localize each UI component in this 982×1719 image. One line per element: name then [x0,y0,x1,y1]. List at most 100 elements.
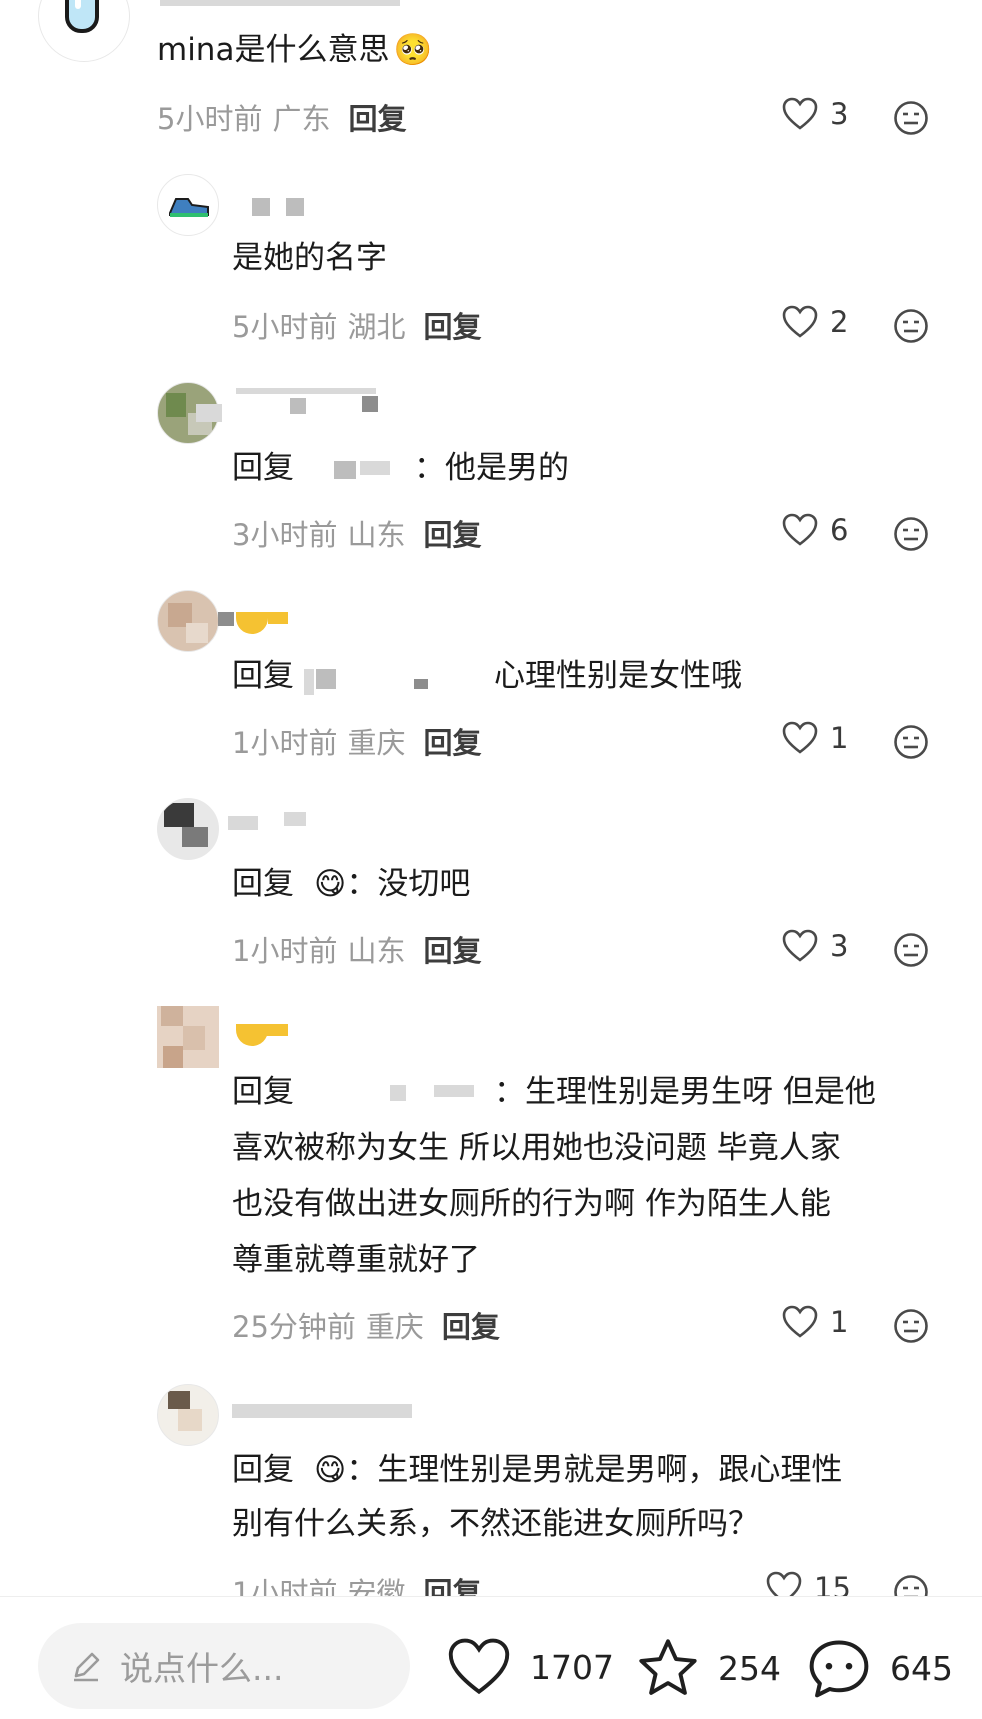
comment-text-line: 也没有做出进女厕所的行为啊 作为陌生人能 [232,1186,831,1222]
comment-text[interactable]: 回复 😋：没切吧 [232,856,470,912]
comment-body: 生理性别是男生呀 但是他 [525,1074,876,1110]
like-count: 1 [830,1305,849,1339]
reply-button[interactable]: 回复 [423,934,481,968]
comment-body: 生理性别是男就是男啊，跟心理性 [377,1452,843,1488]
like-count: 2 [830,305,849,339]
comment-meta: 5小时前 湖北 回复 [232,304,481,346]
username-blurred [196,404,222,422]
pencil-icon [74,1652,100,1682]
shoe-icon [169,198,209,217]
emoji [236,1024,268,1046]
timestamp: 1小时前 [232,726,338,760]
comment-meta: 1小时前 重庆 回复 [232,720,481,762]
avatar[interactable] [38,0,130,62]
input-placeholder: 说点什么... [120,1649,284,1688]
reply-button[interactable]: 回复 [423,726,481,760]
comment-body: mina是什么意思 [157,32,390,68]
timestamp: 25分钟前 [232,1310,356,1344]
emoji [266,1024,288,1036]
comment-input[interactable]: 说点什么... [38,1623,410,1709]
username-blurred [160,0,400,6]
like-button[interactable]: 2 [782,305,848,339]
location: 重庆 [365,1310,424,1344]
emoji [236,612,268,634]
username-blurred [290,398,306,414]
reply-prefix: 回复 [232,866,294,902]
comment-body: 是她的名字 [232,240,387,276]
avatar[interactable] [157,174,219,236]
star-icon [639,1639,697,1695]
like-button[interactable]: 6 [782,513,848,547]
heart-icon [782,929,818,962]
username-blurred [362,396,378,412]
dislike-face-icon[interactable] [893,724,929,760]
timestamp: 1小时前 [232,934,338,968]
like-count: 6 [830,513,849,547]
location: 湖北 [347,310,406,344]
username-blurred [284,812,306,826]
reply-target-emoji[interactable]: 😋 [314,866,346,902]
comment-count: 645 [890,1648,953,1688]
comment-meta: 1小时前 山东 回复 [232,928,481,970]
comment-meta: 5小时前 广东 回复 [157,96,406,138]
comment-text-line: 尊重就尊重就好了 [232,1242,480,1278]
username-blurred [236,388,376,394]
comment-text[interactable]: 回复 ：他是男的 [232,440,569,496]
location: 广东 [272,102,331,136]
like-button[interactable]: 3 [782,97,848,131]
like-post-button[interactable]: 1707 [446,1637,614,1697]
reply-button[interactable]: 回复 [423,518,481,552]
timestamp: 5小时前 [232,310,338,344]
heart-icon [448,1638,510,1695]
comment-text[interactable]: 回复 ：生理性别是男生呀 但是他 [232,1064,952,1120]
dislike-face-icon[interactable] [893,516,929,552]
reply-target-name[interactable] [294,663,494,695]
cup-icon [65,0,99,33]
reply-target-name[interactable] [294,1079,494,1109]
reply-prefix: 回复 [232,658,294,694]
avatar[interactable] [157,1006,219,1068]
heart-icon [782,97,818,130]
comment-text[interactable]: 回复 😋：生理性别是男就是男啊，跟心理性 [232,1442,952,1498]
like-button[interactable]: 3 [782,929,848,963]
location: 重庆 [347,726,406,760]
comment-text[interactable]: 是她的名字 [232,230,387,286]
comment-meta: 25分钟前 重庆 回复 [232,1304,500,1346]
comment-text[interactable]: 回复 心理性别是女性哦 [232,648,742,704]
like-count: 1707 [530,1647,614,1687]
location: 山东 [347,934,406,968]
dislike-face-icon[interactable] [893,308,929,344]
favorite-button[interactable]: 254 [636,1637,781,1699]
reply-target-name[interactable] [294,455,414,485]
dislike-face-icon[interactable] [893,1308,929,1344]
dislike-face-icon[interactable] [893,932,929,968]
reply-target-emoji[interactable]: 😋 [314,1452,346,1488]
avatar[interactable] [157,1384,219,1446]
favorite-count: 254 [718,1648,781,1688]
location: 山东 [347,518,406,552]
comment-text[interactable]: mina是什么意思 🥺 [157,22,432,78]
reply-button[interactable]: 回复 [348,102,406,136]
comment-text-line: 喜欢被称为女生 所以用她也没问题 毕竟人家 [232,1130,841,1166]
timestamp: 5小时前 [157,102,263,136]
like-button[interactable]: 1 [782,1305,848,1339]
like-button[interactable]: 1 [782,721,848,755]
username-blurred [232,1404,412,1418]
comment-meta: 3小时前 山东 回复 [232,512,481,554]
reply-button[interactable]: 回复 [442,1310,500,1344]
like-count: 3 [830,97,849,131]
emoji: 🥺 [393,32,433,68]
bottom-action-bar: 说点什么... 1707 254 645 [0,1596,982,1719]
avatar[interactable] [157,798,219,860]
comment-text-line: 别有什么关系，不然还能进女厕所吗？ [232,1506,759,1542]
dislike-face-icon[interactable] [893,100,929,136]
comment-body: 他是男的 [445,450,569,486]
reply-button[interactable]: 回复 [423,310,481,344]
like-count: 3 [830,929,849,963]
avatar[interactable] [157,590,219,652]
comment-button[interactable]: 645 [806,1637,953,1699]
heart-icon [782,721,818,754]
chat-bubble-icon [809,1640,869,1698]
emoji [268,612,288,624]
like-count: 1 [830,721,849,755]
